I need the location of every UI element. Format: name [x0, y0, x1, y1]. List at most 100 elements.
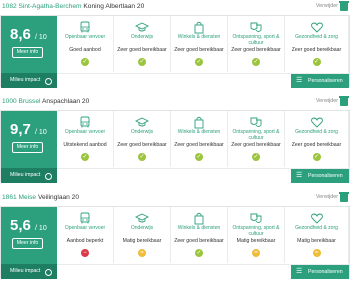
check-icon: ✓ [195, 58, 203, 66]
address: 1082 Sint-Agatha-Berchem Koning Albertla… [2, 2, 144, 11]
remove-link[interactable]: Verwijder [316, 97, 338, 106]
category-value: Uitstekend aanbod [63, 142, 107, 148]
check-icon: ✓ [138, 58, 146, 66]
shopping-bag-icon [194, 21, 204, 34]
category-label: Openbaar vervoer [64, 129, 106, 135]
check-icon: ✓ [252, 153, 260, 161]
check-icon: ✓ [195, 249, 203, 257]
category-value: Zeer goed bereikbaar [174, 238, 224, 244]
trash-icon[interactable] [339, 1, 349, 11]
location-card: 1000 Brussel Anspachlaan 20 Verwijder 9,… [0, 96, 350, 183]
card-header: 1082 Sint-Agatha-Berchem Koning Albertla… [0, 1, 350, 15]
graduation-cap-icon [135, 117, 149, 127]
remove-link[interactable]: Verwijder [316, 193, 338, 202]
score-panel: 8,6 / 10 Meer info Milieu impact Openbaa… [0, 15, 350, 88]
category-label: Ontspanning, sport & cultuur [232, 129, 280, 141]
category-label: Gezondheid & zorg [295, 129, 338, 135]
equals-icon: = [312, 249, 321, 257]
city-label: 1000 Brussel [2, 98, 41, 105]
category-value: Zeer goed bereikbaar [231, 47, 281, 53]
personalise-button[interactable]: Personaliseren [291, 169, 349, 183]
trash-icon[interactable] [339, 192, 349, 202]
bus-icon [80, 21, 90, 33]
category-leisure: Ontspanning, sport & cultuur Matig berei… [228, 207, 285, 263]
shopping-bag-icon [194, 212, 204, 225]
category-label: Gezondheid & zorg [295, 34, 338, 40]
check-icon: ✓ [81, 153, 89, 161]
location-card: 1861 Meise Veilinglaan 20 Verwijder 5,6 … [0, 192, 350, 279]
score-value: 5,6 / 10 [10, 217, 47, 234]
category-value: Goed aanbod [69, 47, 101, 53]
remove-link[interactable]: Verwijder [316, 2, 338, 11]
personalise-button[interactable]: Personaliseren [291, 265, 349, 279]
category-value: Zeer goed bereikbaar [117, 47, 167, 53]
category-health: Gezondheid & zorg Zeer goed bereikbaar ✓ [285, 111, 349, 167]
bus-icon [80, 212, 90, 224]
minus-icon: − [81, 249, 89, 257]
category-label: Onderwijs [130, 34, 154, 40]
heart-icon [310, 117, 323, 128]
address: 1000 Brussel Anspachlaan 20 [2, 97, 89, 106]
category-education: Onderwijs Matig bereikbaar = [114, 207, 171, 263]
graduation-cap-icon [135, 213, 149, 223]
city-label: 1082 Sint-Agatha-Berchem [2, 3, 82, 10]
bus-icon [80, 116, 90, 128]
category-label: Openbaar vervoer [64, 225, 106, 231]
category-value: Zeer goed bereikbaar [291, 142, 342, 148]
more-info-button[interactable]: Meer info [12, 47, 43, 58]
score-panel: 5,6 / 10 Meer info Milieu impact Openbaa… [0, 206, 350, 279]
score-value: 9,7 / 10 [10, 121, 47, 138]
category-health: Gezondheid & zorg Zeer goed bereikbaar ✓ [285, 16, 349, 72]
category-label: Onderwijs [130, 129, 154, 135]
heart-icon [310, 22, 323, 33]
equals-icon: = [252, 249, 260, 257]
score-panel: 9,7 / 10 Meer info Milieu impact Openbaa… [0, 110, 350, 183]
personalise-button[interactable]: Personaliseren [291, 74, 349, 88]
category-value: Zeer goed bereikbaar [291, 47, 342, 53]
location-card: 1082 Sint-Agatha-Berchem Koning Albertla… [0, 1, 350, 88]
score-value: 8,6 / 10 [10, 26, 47, 43]
check-icon: ✓ [312, 58, 321, 66]
category-leisure: Ontspanning, sport & cultuur Zeer goed b… [228, 16, 285, 72]
category-leisure: Ontspanning, sport & cultuur Zeer goed b… [228, 111, 285, 167]
category-label: Winkels & diensten [177, 225, 221, 231]
milieu-impact-button[interactable]: Milieu impact [1, 73, 57, 88]
category-education: Onderwijs Zeer goed bereikbaar ✓ [114, 111, 171, 167]
check-icon: ✓ [252, 58, 260, 66]
category-health: Gezondheid & zorg Matig bereikbaar = [285, 207, 349, 263]
category-label: Onderwijs [130, 225, 154, 231]
more-info-button[interactable]: Meer info [12, 142, 43, 153]
trash-icon[interactable] [339, 96, 349, 106]
category-public-transport: Openbaar vervoer Uitstekend aanbod ✓ [57, 111, 114, 167]
category-education: Onderwijs Zeer goed bereikbaar ✓ [114, 16, 171, 72]
card-header: 1000 Brussel Anspachlaan 20 Verwijder [0, 96, 350, 110]
check-icon: ✓ [195, 153, 203, 161]
category-label: Ontspanning, sport & cultuur [232, 34, 280, 46]
graduation-cap-icon [135, 22, 149, 32]
milieu-impact-button[interactable]: Milieu impact [1, 168, 57, 183]
category-value: Matig bereikbaar [122, 238, 162, 244]
category-value: Matig bereikbaar [236, 238, 276, 244]
category-label: Winkels & diensten [177, 129, 221, 135]
street-label: Anspachlaan 20 [41, 98, 90, 105]
card-footer: Personaliseren [57, 73, 349, 88]
score-box: 5,6 / 10 Meer info Milieu impact [1, 207, 57, 279]
more-info-button[interactable]: Meer info [12, 238, 43, 249]
category-label: Ontspanning, sport & cultuur [232, 225, 280, 237]
category-shops: Winkels & diensten Zeer goed bereikbaar … [171, 111, 228, 167]
score-box: 9,7 / 10 Meer info Milieu impact [1, 111, 57, 183]
address: 1861 Meise Veilinglaan 20 [2, 193, 79, 202]
score-box: 8,6 / 10 Meer info Milieu impact [1, 16, 57, 88]
category-shops: Winkels & diensten Zeer goed bereikbaar … [171, 207, 228, 263]
card-footer: Personaliseren [57, 264, 349, 279]
category-label: Openbaar vervoer [64, 34, 106, 40]
masks-icon [250, 213, 262, 223]
category-shops: Winkels & diensten Zeer goed bereikbaar … [171, 16, 228, 72]
masks-icon [250, 117, 262, 127]
milieu-impact-button[interactable]: Milieu impact [1, 264, 57, 279]
category-value: Zeer goed bereikbaar [231, 142, 281, 148]
masks-icon [250, 22, 262, 32]
category-label: Winkels & diensten [177, 34, 221, 40]
category-value: Matig bereikbaar [297, 238, 336, 244]
check-icon: ✓ [312, 153, 321, 161]
